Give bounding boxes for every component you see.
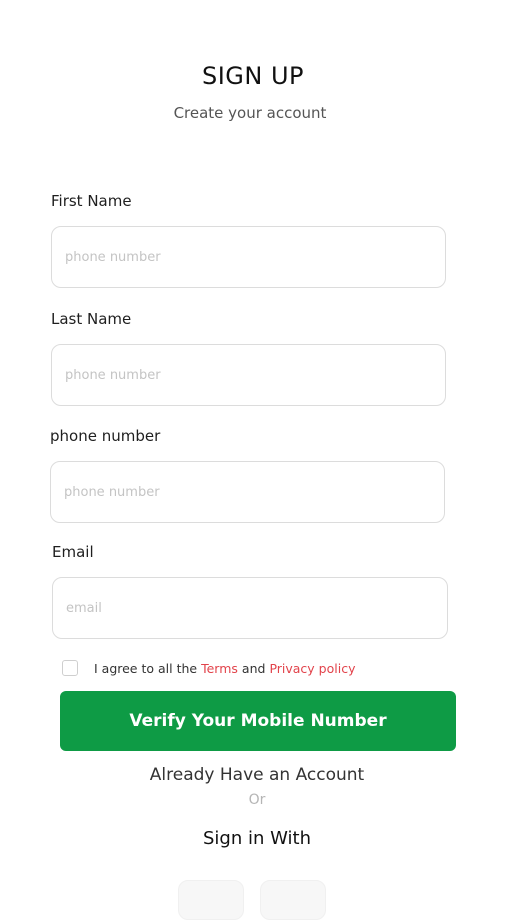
or-divider-text: Or bbox=[248, 792, 266, 808]
terms-link[interactable]: Terms bbox=[201, 661, 238, 676]
email-label: Email bbox=[52, 543, 94, 561]
agree-checkbox[interactable] bbox=[62, 660, 78, 676]
phone-number-label: phone number bbox=[50, 427, 161, 445]
email-input[interactable] bbox=[52, 577, 448, 639]
agreement-prefix: I agree to all the bbox=[94, 660, 198, 676]
first-name-input[interactable] bbox=[51, 226, 446, 288]
page-title: SIGN UP bbox=[201, 62, 305, 90]
last-name-input[interactable] bbox=[51, 344, 446, 406]
last-name-label: Last Name bbox=[51, 310, 132, 328]
phone-number-input[interactable] bbox=[50, 461, 445, 523]
agreement-text: I agree to all the Terms and Privacy pol… bbox=[94, 661, 355, 676]
agreement-and: and bbox=[241, 660, 266, 676]
privacy-policy-link[interactable]: Privacy policy bbox=[269, 661, 355, 676]
already-have-account-link[interactable]: Already Have an Account bbox=[0, 765, 506, 785]
sign-in-with-heading: Sign in With bbox=[203, 828, 311, 849]
agreement-row: I agree to all the Terms and Privacy pol… bbox=[62, 657, 355, 679]
verify-mobile-button[interactable]: Verify Your Mobile Number bbox=[60, 691, 456, 751]
page-subtitle: Create your account bbox=[173, 104, 327, 122]
social-login-button-1[interactable] bbox=[178, 880, 244, 920]
first-name-label: First Name bbox=[51, 192, 132, 210]
social-login-button-2[interactable] bbox=[260, 880, 326, 920]
